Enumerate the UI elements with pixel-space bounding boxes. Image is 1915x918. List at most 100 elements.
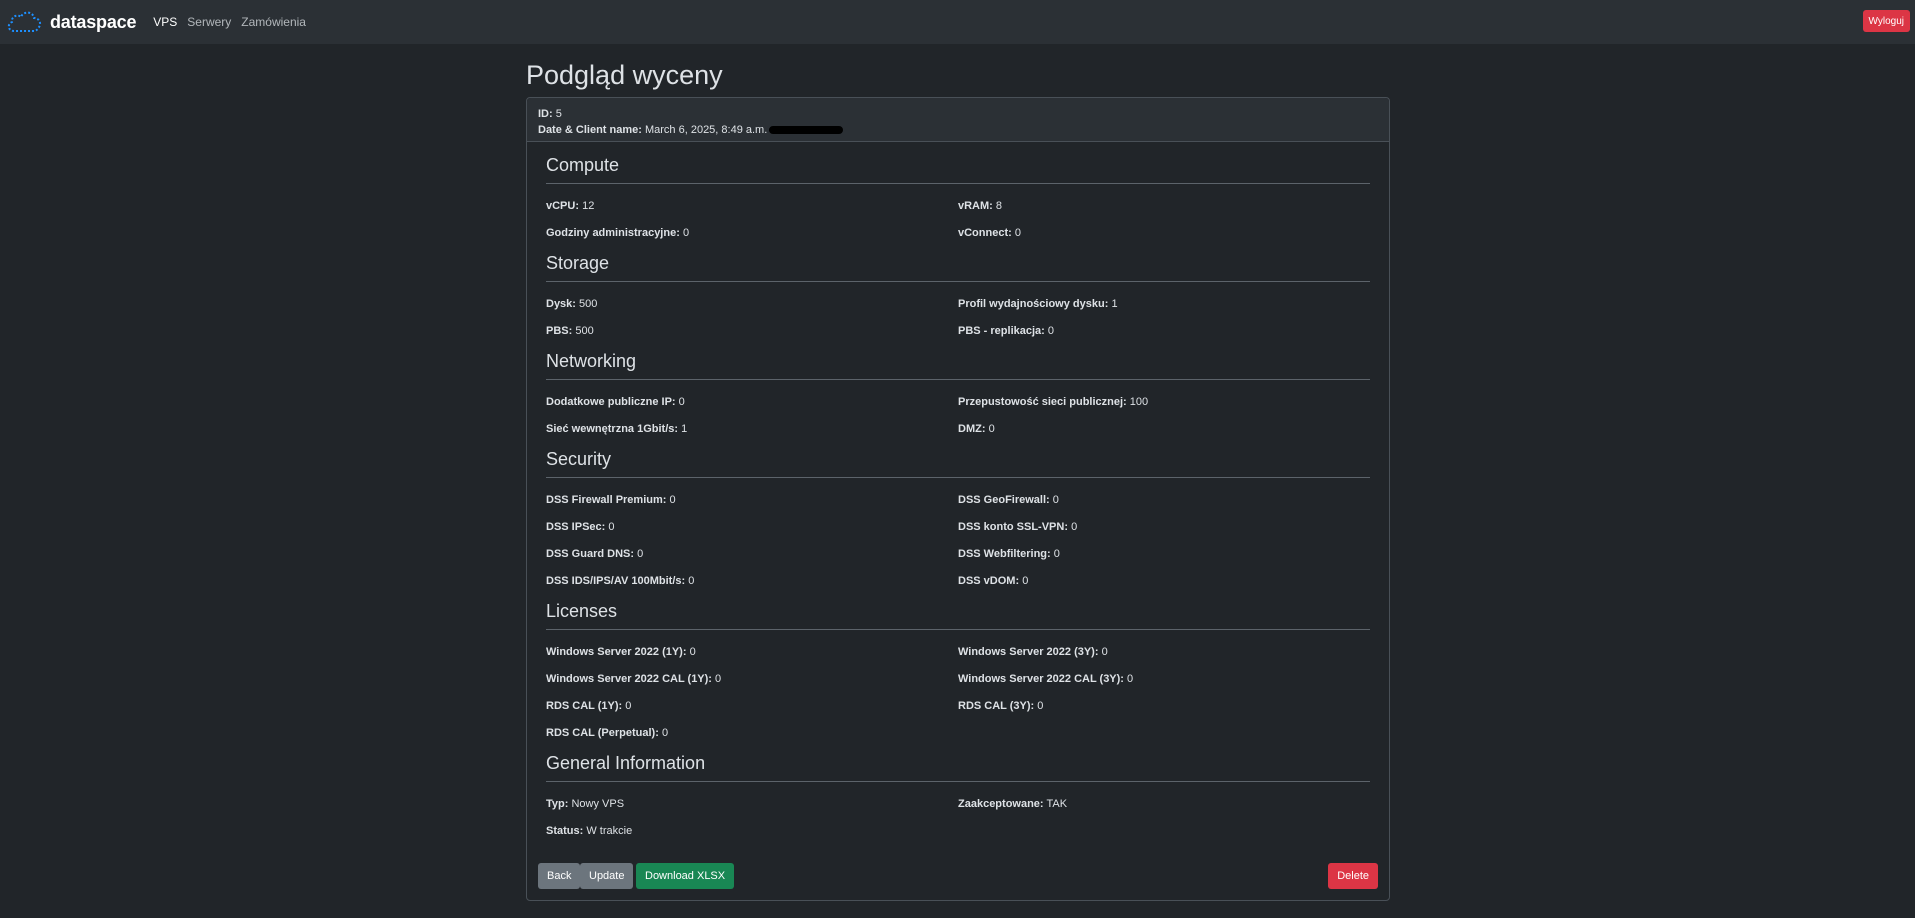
field-label: DMZ:: [958, 422, 986, 435]
section-title: Licenses: [546, 596, 1370, 630]
field: Windows Server 2022 (1Y): 0: [546, 646, 958, 658]
field: RDS CAL (1Y): 0: [546, 700, 958, 712]
field-label: Przepustowość sieci publicznej:: [958, 395, 1127, 408]
section-security: Security DSS Firewall Premium: 0 DSS GeoFi…: [546, 444, 1370, 596]
field-label: DSS konto SSL-VPN:: [958, 520, 1069, 533]
id-label: ID:: [538, 108, 553, 120]
quote-date-client: Date & Client name: March 6, 2025, 8:49 …: [538, 122, 1378, 138]
field-label: vRAM:: [958, 199, 993, 212]
field: DSS Guard DNS: 0: [546, 548, 958, 560]
field-label: Sieć wewnętrzna 1Gbit/s:: [546, 422, 679, 435]
field-label: DSS Firewall Premium:: [546, 493, 667, 506]
field-label: Windows Server 2022 (3Y):: [958, 645, 1099, 658]
field-label: Windows Server 2022 (1Y):: [546, 645, 687, 658]
brand-name: dataspace: [50, 11, 137, 32]
nav-link-vps[interactable]: VPS: [153, 15, 177, 29]
field: RDS CAL (3Y): 0: [958, 700, 1370, 712]
section-title: General Information: [546, 748, 1370, 782]
back-button[interactable]: Back: [538, 863, 581, 889]
field: DSS GeoFirewall: 0: [958, 494, 1370, 506]
field-value: 0: [988, 422, 995, 435]
field-label: PBS - replikacja:: [958, 324, 1045, 337]
field-row: Status: W trakcie: [546, 817, 1370, 844]
field-value: Nowy VPS: [571, 797, 625, 810]
field-value: 0: [678, 395, 685, 408]
field-label: RDS CAL (3Y):: [958, 699, 1035, 712]
section-fields: Typ: Nowy VPS Zaakceptowane: TAK Status: W…: [546, 782, 1370, 846]
field: DSS IPSec: 0: [546, 521, 958, 533]
id-value: 5: [555, 108, 562, 120]
field-value: 100: [1129, 395, 1149, 408]
brand-link[interactable]: dataspace: [6, 0, 136, 44]
field-row: Godziny administracyjne: 0 vConnect: 0: [546, 219, 1370, 246]
field: vConnect: 0: [958, 227, 1370, 239]
section-fields: DSS Firewall Premium: 0 DSS GeoFirewall: …: [546, 478, 1370, 596]
field-value: 0: [661, 726, 669, 739]
field-value: W trakcie: [586, 824, 633, 837]
nav-link-zamowienia[interactable]: Zamówienia: [241, 15, 306, 29]
logout-button[interactable]: Wyloguj: [1862, 10, 1910, 32]
card-header: ID: 5 Date & Client name: March 6, 2025,…: [527, 98, 1389, 142]
field-label: DSS vDOM:: [958, 574, 1020, 587]
field: Status: W trakcie: [546, 825, 964, 837]
field-label: RDS CAL (1Y):: [546, 699, 623, 712]
field-row: Dodatkowe publiczne IP: 0 Przepustowość s…: [546, 388, 1370, 415]
field-row: PBS: 500 PBS - replikacja: 0: [546, 317, 1370, 344]
field: DSS IDS/IPS/AV 100Mbit/s: 0: [546, 575, 958, 587]
field-value: 0: [1127, 672, 1134, 685]
field-value: 0: [1014, 226, 1021, 239]
cloud-logo-icon: [6, 9, 44, 35]
field: DSS Webfiltering: 0: [958, 548, 1370, 560]
field-label: vCPU:: [546, 199, 580, 212]
field-label: Godziny administracyjne:: [546, 226, 680, 239]
section-title: Storage: [546, 248, 1370, 282]
delete-button[interactable]: Delete: [1328, 863, 1378, 889]
field: Godziny administracyjne: 0: [546, 227, 958, 239]
field-value: 0: [1071, 520, 1078, 533]
field-value: 500: [575, 324, 594, 337]
field-row: DSS IPSec: 0 DSS konto SSL-VPN: 0: [546, 513, 1370, 540]
field-label: DSS IPSec:: [546, 520, 606, 533]
update-button[interactable]: Update: [580, 863, 634, 889]
field-value: 0: [1047, 324, 1055, 337]
field-value: 8: [995, 199, 1003, 212]
field-value: 0: [688, 574, 695, 587]
field: PBS - replikacja: 0: [958, 325, 1370, 337]
field: Typ: Nowy VPS: [546, 798, 958, 810]
section-fields: Dysk: 500 Profil wydajnościowy dysku: 1 PB…: [546, 282, 1370, 346]
field-value: 0: [637, 547, 644, 560]
field-value: 0: [669, 493, 676, 506]
page-title: Podgląd wyceny: [526, 60, 723, 90]
field-value: 0: [1052, 493, 1059, 506]
field: DSS vDOM: 0: [958, 575, 1370, 587]
field-value: 0: [608, 520, 615, 533]
field: Windows Server 2022 CAL (1Y): 0: [546, 673, 958, 685]
field-label: Windows Server 2022 CAL (3Y):: [958, 672, 1124, 685]
field-value: 0: [1053, 547, 1060, 560]
quote-id: ID: 5: [538, 106, 1378, 122]
field-row: vCPU: 12 vRAM: 8: [546, 192, 1370, 219]
field-label: DSS Webfiltering:: [958, 547, 1051, 560]
section-title: Networking: [546, 346, 1370, 380]
field-row: Windows Server 2022 (1Y): 0 Windows Serve…: [546, 638, 1370, 665]
section-compute: Compute vCPU: 12 vRAM: 8 Godziny administra…: [546, 150, 1370, 248]
field-row: DSS Firewall Premium: 0 DSS GeoFirewall: …: [546, 486, 1370, 513]
navbar: dataspace VPS Serwery Zamówienia Wyloguj: [0, 0, 1915, 44]
field-label: Typ:: [546, 797, 569, 810]
section-title: Compute: [546, 150, 1370, 184]
field-label: DSS Guard DNS:: [546, 547, 635, 560]
redacted-client-name: [769, 126, 844, 135]
field-value: 500: [579, 297, 598, 310]
field: Profil wydajnościowy dysku: 1: [958, 298, 1370, 310]
field: Windows Server 2022 CAL (3Y): 0: [958, 673, 1370, 685]
field-value: 0: [625, 699, 632, 712]
field-value: 0: [689, 645, 696, 658]
nav-link-serwery[interactable]: Serwery: [187, 15, 231, 29]
section-storage: Storage Dysk: 500 Profil wydajnościowy dys…: [546, 248, 1370, 346]
field-row: DSS IDS/IPS/AV 100Mbit/s: 0 DSS vDOM: 0: [546, 567, 1370, 594]
download-xlsx-button[interactable]: Download XLSX: [636, 863, 735, 889]
section-fields: Windows Server 2022 (1Y): 0 Windows Serve…: [546, 630, 1370, 748]
field-label: Dodatkowe publiczne IP:: [546, 395, 676, 408]
section-general-information: General Information Typ: Nowy VPS Zaakcept…: [546, 748, 1370, 846]
field: PBS: 500: [546, 325, 958, 337]
